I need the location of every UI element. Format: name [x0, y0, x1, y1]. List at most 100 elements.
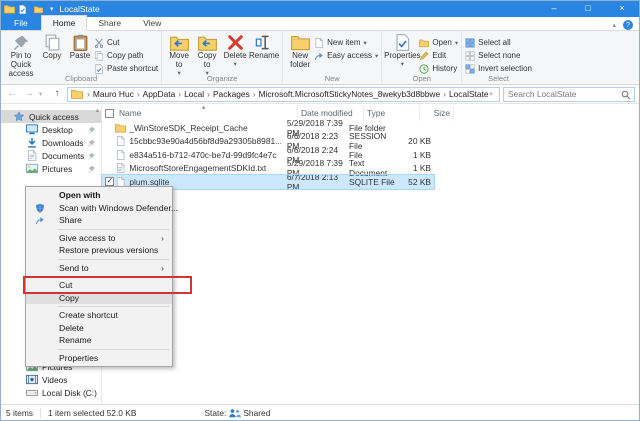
new-item-button[interactable]: New item ▾: [314, 36, 378, 49]
move-to-button[interactable]: Move to ▾: [165, 33, 193, 77]
edit-icon: [419, 51, 429, 61]
back-button[interactable]: ←: [5, 86, 19, 102]
file-row-sdkid-txt[interactable]: MicrosoftStoreEngagementSDKId.txt 5/29/2…: [102, 158, 434, 178]
qat-properties-icon[interactable]: [18, 5, 27, 14]
menu-item-copy[interactable]: Copy: [26, 291, 172, 304]
row-checkbox-checked[interactable]: [105, 176, 114, 187]
column-header-name[interactable]: Name: [116, 105, 298, 121]
dropdown-icon: ▾: [375, 52, 379, 60]
menu-item-cut[interactable]: Cut: [26, 279, 172, 292]
open-button[interactable]: Open ▾: [419, 36, 458, 49]
crumb-package-id[interactable]: Microsoft.MicrosoftStickyNotes_8wekyb3d8…: [258, 89, 442, 99]
file-row-session[interactable]: 15cbbc93e90a4d56bf8d9a29305b8981... 6/6/…: [102, 131, 434, 151]
sidebar-item-quick-access[interactable]: Quick access: [1, 110, 101, 123]
menu-item-scan-with-windows-defender[interactable]: Scan with Windows Defender...: [26, 202, 178, 215]
crumb-user[interactable]: Mauro Huc: [92, 89, 135, 99]
menu-item-delete[interactable]: Delete: [26, 322, 172, 335]
sidebar-item-videos[interactable]: Videos: [1, 373, 101, 386]
easy-access-icon: [314, 51, 324, 61]
delete-button[interactable]: Delete ▾: [221, 33, 249, 68]
search-icon[interactable]: [621, 90, 631, 100]
share-icon: [35, 215, 45, 226]
menu-item-share[interactable]: Share: [26, 214, 172, 227]
file-list: ▴ Name Date modified Type Size _WinStore…: [101, 104, 639, 404]
tab-share[interactable]: Share: [87, 16, 132, 30]
tab-home[interactable]: Home: [40, 15, 88, 31]
properties-button[interactable]: Properties ▾: [384, 33, 421, 68]
maximize-button[interactable]: □: [571, 1, 605, 17]
breadcrumb[interactable]: › Mauro Huc › AppData › Local › Packages…: [67, 86, 500, 102]
recent-locations-icon[interactable]: ▾: [39, 90, 47, 98]
sidebar-item-desktop[interactable]: Desktop: [1, 123, 101, 136]
copy-path-button[interactable]: Copy path: [94, 49, 158, 62]
submenu-arrow-icon: ›: [161, 262, 164, 273]
menu-separator: [58, 306, 169, 307]
select-none-button[interactable]: Select none: [465, 49, 532, 62]
qat-customize-icon[interactable]: ▾: [50, 5, 54, 13]
star-icon: [13, 111, 25, 122]
copy-icon: [43, 34, 62, 51]
explorer-window: ▾ LocalState – □ × File Home Share View …: [0, 0, 640, 421]
cut-button[interactable]: Cut: [94, 36, 158, 49]
sidebar-item-downloads[interactable]: Downloads: [1, 136, 101, 149]
ribbon-group-select: Select all Select none Invert selection …: [462, 31, 535, 84]
header-checkbox[interactable]: [105, 108, 114, 118]
pin-icon: [88, 139, 96, 147]
shared-people-icon: [228, 408, 241, 418]
sidebar-scroll-up-icon[interactable]: ▴: [96, 106, 99, 114]
sidebar-scroll-down-icon[interactable]: ▾: [84, 393, 87, 401]
crumb-separator-icon: ›: [136, 89, 140, 99]
window-folder-icon: [4, 4, 15, 14]
crumb-separator-icon: ›: [443, 89, 446, 99]
column-header-date-modified[interactable]: Date modified: [298, 105, 364, 121]
forward-button[interactable]: →: [22, 86, 36, 102]
crumb-appdata[interactable]: AppData: [142, 89, 177, 99]
minimize-button[interactable]: –: [537, 1, 571, 17]
crumb-packages[interactable]: Packages: [212, 89, 251, 99]
tab-view[interactable]: View: [132, 16, 172, 30]
help-icon[interactable]: ?: [623, 20, 633, 30]
download-arrow-icon: [26, 137, 38, 148]
address-dropdown-icon[interactable]: ▾: [490, 90, 498, 98]
column-headers: ▴ Name Date modified Type Size: [102, 104, 639, 121]
text-file-icon: [115, 163, 126, 173]
state-label: State:: [204, 407, 227, 418]
copy-button[interactable]: Copy: [38, 33, 66, 61]
menu-item-open-with[interactable]: Open with: [26, 189, 172, 202]
new-folder-button[interactable]: New folder: [286, 33, 314, 70]
menu-item-properties[interactable]: Properties: [26, 352, 172, 365]
menu-item-restore-previous-versions[interactable]: Restore previous versions: [26, 244, 172, 257]
column-header-size[interactable]: Size: [420, 105, 454, 121]
picture-icon: [26, 163, 38, 174]
easy-access-button[interactable]: Easy access ▾: [314, 49, 378, 62]
sidebar-item-documents[interactable]: Documents: [1, 149, 101, 162]
pin-to-quick-access-button[interactable]: Pin to Quick access: [4, 33, 38, 78]
menu-separator: [58, 348, 169, 350]
menu-item-create-shortcut[interactable]: Create shortcut: [26, 309, 172, 322]
paste-button[interactable]: Paste: [66, 33, 94, 61]
rename-button[interactable]: Rename: [249, 33, 279, 61]
sidebar-item-pictures[interactable]: Pictures: [1, 162, 101, 175]
up-button[interactable]: ↑: [50, 86, 64, 102]
menu-item-give-access-to[interactable]: Give access to ›: [26, 232, 172, 245]
ribbon-group-clipboard: Pin to Quick access Copy Paste Cut Copy …: [1, 31, 163, 84]
new-folder-icon: [291, 34, 310, 51]
crumb-local[interactable]: Local: [183, 89, 205, 99]
menu-item-rename[interactable]: Rename: [26, 334, 172, 347]
move-to-icon: [170, 34, 189, 51]
collapse-ribbon-icon[interactable]: ▴: [612, 21, 616, 29]
qat-new-folder-icon[interactable]: [34, 5, 43, 14]
search-input[interactable]: [504, 87, 634, 101]
column-header-type[interactable]: Type: [364, 105, 420, 121]
crumb-separator-icon: ›: [178, 89, 182, 99]
select-all-button[interactable]: Select all: [465, 36, 532, 49]
menu-separator: [58, 258, 169, 260]
edit-button[interactable]: Edit: [419, 49, 458, 62]
menu-item-send-to[interactable]: Send to ›: [26, 262, 172, 275]
menu-separator: [58, 228, 169, 230]
copy-to-icon: [198, 34, 217, 51]
tab-file[interactable]: File: [1, 16, 41, 30]
close-button[interactable]: ×: [605, 1, 639, 17]
crumb-localstate[interactable]: LocalState: [448, 89, 490, 99]
copy-to-button[interactable]: Copy to ▾: [193, 33, 221, 77]
